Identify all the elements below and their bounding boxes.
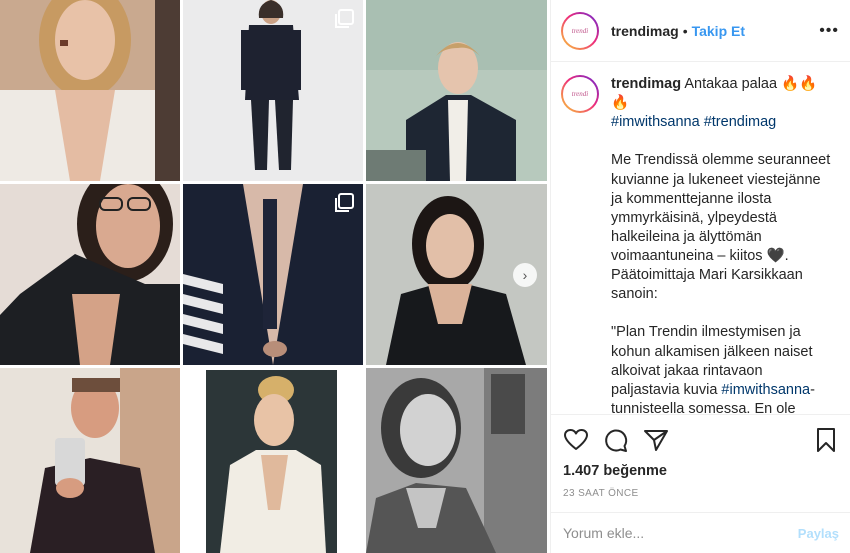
heart-icon[interactable] xyxy=(563,427,589,453)
avatar-logo: trendi xyxy=(571,90,589,98)
comment-input[interactable] xyxy=(563,525,798,541)
photo-2[interactable] xyxy=(183,0,363,181)
action-icons xyxy=(563,425,839,455)
caption-username[interactable]: trendimag xyxy=(611,76,681,92)
likes-count[interactable]: 1.407 beğenme xyxy=(563,463,839,479)
caption-text: trendimag Antakaa palaa 🔥🔥🔥 #imwithsanna… xyxy=(611,75,831,413)
hashtag-link[interactable]: #trendimag xyxy=(704,114,777,130)
caption-paragraph: Me Trendissä olemme seuranneet kuvianne … xyxy=(611,152,831,303)
share-icon[interactable] xyxy=(643,427,669,453)
caption-area[interactable]: trendi trendimag Antakaa palaa 🔥🔥🔥 #imwi… xyxy=(551,63,850,413)
photo-3[interactable] xyxy=(366,0,547,181)
avatar[interactable]: trendi xyxy=(561,11,599,50)
photo-5[interactable] xyxy=(183,184,363,365)
multiple-photos-icon xyxy=(333,8,355,30)
more-options-icon[interactable]: ••• xyxy=(819,22,839,40)
comment-icon[interactable] xyxy=(603,427,629,453)
chevron-right-icon[interactable]: › xyxy=(513,262,537,287)
caption-row: trendi trendimag Antakaa palaa 🔥🔥🔥 #imwi… xyxy=(561,75,837,413)
photo-8[interactable] xyxy=(206,370,337,553)
post-panel: trendi trendimag • Takip Et ••• trendi t… xyxy=(550,0,850,553)
post-timestamp: 23 SAAT ÖNCE xyxy=(563,488,639,499)
post-header: trendi trendimag • Takip Et ••• xyxy=(551,0,850,62)
separator-dot: • xyxy=(682,22,688,39)
avatar-logo: trendi xyxy=(571,26,589,35)
follow-button[interactable]: Takip Et xyxy=(692,23,745,39)
header-username[interactable]: trendimag xyxy=(611,23,679,39)
action-bar: 1.407 beğenme 23 SAAT ÖNCE xyxy=(551,414,850,512)
caption-intro: Antakaa palaa xyxy=(684,76,778,92)
comment-form: Paylaş xyxy=(551,512,850,553)
photo-4[interactable] xyxy=(0,184,180,365)
photo-7[interactable] xyxy=(0,368,180,553)
hashtag-link[interactable]: #imwithsanna xyxy=(611,114,700,130)
bookmark-icon[interactable] xyxy=(813,427,839,453)
multiple-photos-icon xyxy=(333,192,355,214)
photo-6[interactable]: › xyxy=(366,184,547,365)
photo-1[interactable] xyxy=(0,0,180,181)
hashtag-link[interactable]: #imwithsanna xyxy=(721,382,810,398)
post-comment-button[interactable]: Paylaş xyxy=(798,526,839,541)
photo-grid: › xyxy=(0,0,550,553)
avatar[interactable]: trendi xyxy=(561,75,599,113)
photo-9[interactable] xyxy=(366,368,547,553)
